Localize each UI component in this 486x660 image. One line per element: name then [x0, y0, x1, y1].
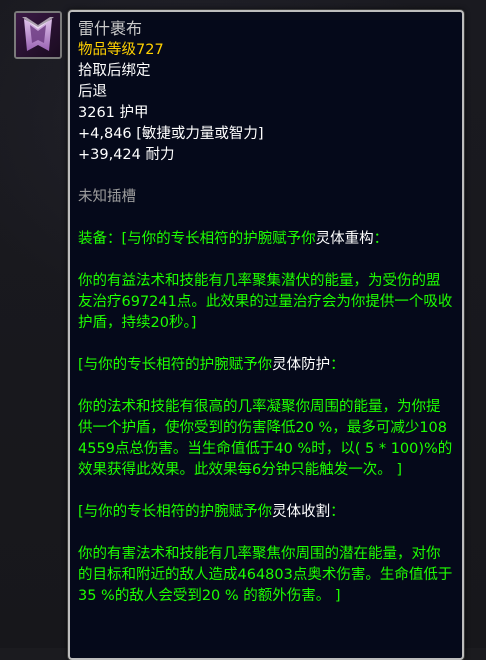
socket-text: 未知插槽 [78, 189, 136, 205]
item-tooltip: 雷什裹布 物品等级727 拾取后绑定 后退 3261 护甲 +4,846 [敏捷… [68, 10, 464, 660]
stamina-text: +39,424 耐力 [78, 147, 175, 163]
block3-suffix: ： [330, 504, 345, 520]
item-name: 雷什裹布 [78, 19, 143, 38]
cloak-icon[interactable] [14, 11, 62, 59]
block2-effect-name: 灵体防护 [272, 357, 331, 373]
cloak-icon-graphic [16, 13, 60, 57]
binding-text: 拾取后绑定 [78, 63, 151, 79]
block2-text: 你的法术和技能有很高的几率凝聚你周围的能量，为你提供一个护盾，使你受到的伤害降低… [78, 399, 453, 478]
block2-heading: [与你的专长相符的护腕赋予你灵体防护： [78, 355, 454, 376]
armor-text: 3261 护甲 [78, 105, 149, 121]
equip-effect-heading: 装备：[与你的专长相符的护腕赋予你灵体重构： [78, 229, 454, 250]
equip-effect-name: 灵体重构 [315, 231, 374, 247]
equip-suffix: ： [373, 231, 389, 247]
block3-text: 你的有害法术和技能有几率聚焦你周围的潜在能量，对你的目标和附近的敌人造成4648… [78, 546, 453, 604]
block2-prefix: [与你的专长相符的护腕赋予你 [78, 357, 273, 373]
equip-prefix: 装备：[与你的专长相符的护腕赋予你 [78, 231, 316, 247]
block3-heading: [与你的专长相符的护腕赋予你灵体收割： [78, 502, 454, 523]
block3-prefix: [与你的专长相符的护腕赋予你 [78, 504, 273, 520]
slot-text: 后退 [78, 84, 107, 100]
item-level: 物品等级727 [78, 42, 164, 58]
primary-stat-text: +4,846 [敏捷或力量或智力] [78, 126, 264, 142]
equip-effect-text: 你的有益法术和技能有几率聚集潜伏的能量，为受伤的盟友治疗697241点。此效果的… [78, 273, 453, 331]
block2-suffix: ： [330, 357, 345, 373]
block3-effect-name: 灵体收割 [272, 504, 331, 520]
